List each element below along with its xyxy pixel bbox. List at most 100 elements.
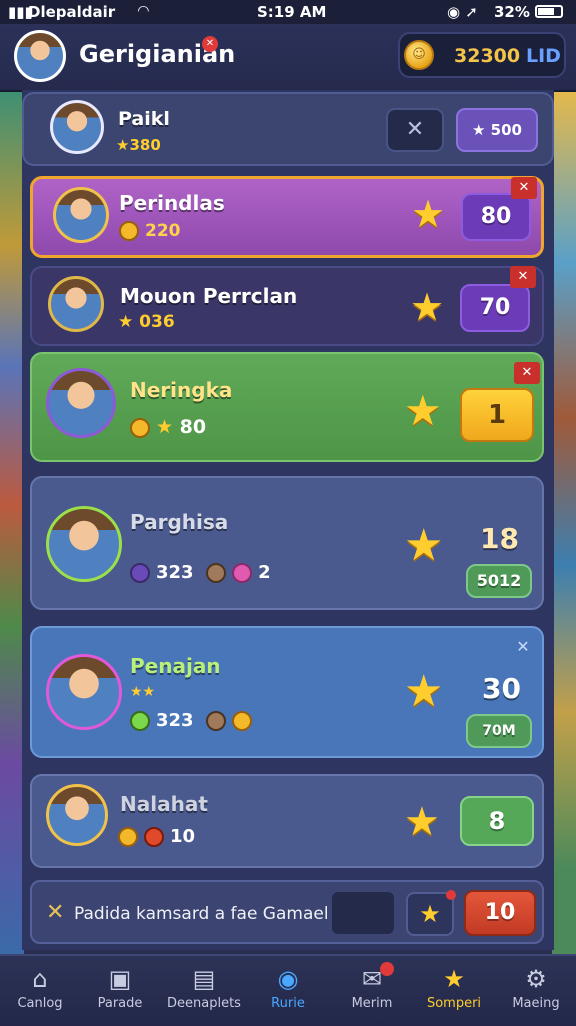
nav-item-maeing[interactable]: ⚙ Maeing xyxy=(496,956,576,1026)
player-card[interactable]: Neringka ★ 80 ★ 1 ✕ xyxy=(30,352,544,462)
location-icon: ◉ ➚ xyxy=(447,3,478,21)
battery-percent: 32% xyxy=(494,3,530,21)
player-card-name: Perindlas xyxy=(119,191,225,215)
nav-label: Canlog xyxy=(17,996,63,1011)
coin-icon xyxy=(232,711,253,731)
nav-item-merim[interactable]: ✉ Merim xyxy=(332,956,412,1026)
player-avatar[interactable] xyxy=(14,30,66,82)
player-card[interactable]: Parghisa 323 2 ★ 18 5012 xyxy=(30,476,544,610)
avatar xyxy=(50,100,104,154)
star-icon: ★ xyxy=(404,666,444,717)
home-icon: ⌂ xyxy=(32,965,48,993)
currency-unit: LID xyxy=(526,45,561,67)
avatar xyxy=(46,784,108,846)
rank-number: 30 xyxy=(482,672,521,705)
player-card[interactable]: Perindlas 220 ★ 80 ✕ xyxy=(30,176,544,258)
nav-label: Deenaplets xyxy=(167,996,241,1011)
player-card-stat: ★ 036 xyxy=(118,312,175,332)
player-card-name: Parghisa xyxy=(130,510,229,534)
star-score-button[interactable]: ★ 500 xyxy=(456,108,538,152)
score-button[interactable]: 1 xyxy=(460,388,534,442)
player-card-name: Neringka xyxy=(130,378,233,402)
nav-label: Parade xyxy=(97,996,143,1011)
stat-value: 80 xyxy=(179,416,207,438)
player-card[interactable]: Penajan ★★ 323 ★ 30 70M ✕ xyxy=(30,626,544,758)
rating-stars: ★★ xyxy=(130,684,156,700)
coin-icon xyxy=(119,221,139,241)
avatar xyxy=(46,654,122,730)
stat-value: 10 xyxy=(170,826,196,847)
player-card-name: Paikl xyxy=(118,108,170,130)
close-icon[interactable]: ✕ xyxy=(510,636,536,658)
score-button[interactable]: 8 xyxy=(460,796,534,846)
star-icon: ★ xyxy=(404,520,444,571)
star-score-label: ★ 500 xyxy=(472,121,522,139)
score-button[interactable]: 70M xyxy=(466,714,532,748)
notification-badge xyxy=(380,962,394,976)
nav-label: Maeing xyxy=(512,996,560,1011)
player-card-stat: ★380 xyxy=(116,136,161,154)
star-icon: ★ xyxy=(410,285,445,329)
banner-star-button[interactable]: ★ xyxy=(406,890,456,936)
nav-label: Merim xyxy=(351,996,393,1011)
game-art-left-edge xyxy=(0,90,24,954)
player-card[interactable]: Nalahat 10 ★ 8 xyxy=(30,774,544,868)
fire-icon xyxy=(144,827,164,847)
notification-dot[interactable]: ✕ xyxy=(202,36,218,52)
nav-item-somperi[interactable]: ★ Somperi xyxy=(414,956,494,1026)
cards-icon: ▤ xyxy=(192,965,216,993)
circle-icon: ◉ xyxy=(277,965,299,993)
nav-item-canlog[interactable]: ⌂ Canlog xyxy=(0,956,80,1026)
face-icon xyxy=(206,563,227,583)
star-icon: ★ xyxy=(156,416,180,438)
coin-icon xyxy=(130,417,150,438)
avatar xyxy=(53,187,109,243)
gem-icon xyxy=(130,563,150,583)
banner-empty-slot[interactable] xyxy=(330,890,396,936)
avatar xyxy=(46,506,122,582)
currency-wallet[interactable]: ☺ 32300 LID xyxy=(398,32,566,78)
rank-number: 18 xyxy=(480,522,519,555)
close-flag-icon[interactable]: ✕ xyxy=(514,362,540,384)
bag-icon: ▣ xyxy=(108,965,132,993)
avatar xyxy=(48,276,104,332)
face-icon xyxy=(206,711,227,731)
status-bar: ▮▮▮ Dlepaldair ◠ S:19 AM ◉ ➚ 32% xyxy=(0,0,576,24)
player-card-stat: ★ 80 xyxy=(130,416,206,438)
stat-value: 2 xyxy=(258,562,271,583)
nav-label: Somperi xyxy=(426,996,482,1011)
nav-item-rurie[interactable]: ◉ Rurie xyxy=(248,956,328,1026)
gear-icon: ⚙ xyxy=(525,965,547,993)
coin-icon xyxy=(118,827,138,847)
player-card[interactable]: Mouon Perrclan ★ 036 ★ 70 ✕ xyxy=(30,266,544,346)
star-icon: ★ xyxy=(404,386,442,435)
clock: S:19 AM xyxy=(257,3,327,21)
banner-message: Padida kamsard a fae Gamael. xyxy=(74,904,334,924)
gem-icon xyxy=(130,711,150,731)
player-card[interactable]: Paikl ★380 ✕ ★ 500 xyxy=(22,92,554,166)
star-icon: ★ xyxy=(411,192,446,236)
banner-action-button[interactable]: 10 xyxy=(464,890,536,936)
top-bar: Gerigianian ✕ ☺ 32300 LID xyxy=(0,24,576,92)
player-card-name: Mouon Perrclan xyxy=(120,284,298,308)
bottom-nav: ⌂ Canlog ▣ Parade ▤ Deenaplets ◉ Rurie ✉… xyxy=(0,954,576,1026)
avatar xyxy=(46,368,116,438)
currency-amount: 32300 xyxy=(454,45,521,67)
game-art-right-edge xyxy=(552,90,576,954)
carrier-label: Dlepaldair xyxy=(28,3,116,21)
score-button[interactable]: 80 xyxy=(461,193,531,241)
stat-value: 220 xyxy=(145,221,181,241)
stat-value: 323 xyxy=(156,710,194,731)
score-button[interactable]: 70 xyxy=(460,284,530,332)
nav-label: Rurie xyxy=(271,996,305,1011)
bottom-banner: ✕ Padida kamsard a fae Gamael. ★ 10 xyxy=(30,880,544,944)
close-flag-icon[interactable]: ✕ xyxy=(511,177,537,199)
nav-item-deenaplets[interactable]: ▤ Deenaplets xyxy=(164,956,244,1026)
close-flag-icon[interactable]: ✕ xyxy=(510,266,536,288)
close-button[interactable]: ✕ xyxy=(386,108,444,152)
player-card-stat: 10 xyxy=(118,826,195,847)
stat-value: 323 xyxy=(156,562,194,583)
score-button[interactable]: 5012 xyxy=(466,564,532,598)
player-card-stat: 220 xyxy=(119,221,181,241)
nav-item-parade[interactable]: ▣ Parade xyxy=(80,956,160,1026)
